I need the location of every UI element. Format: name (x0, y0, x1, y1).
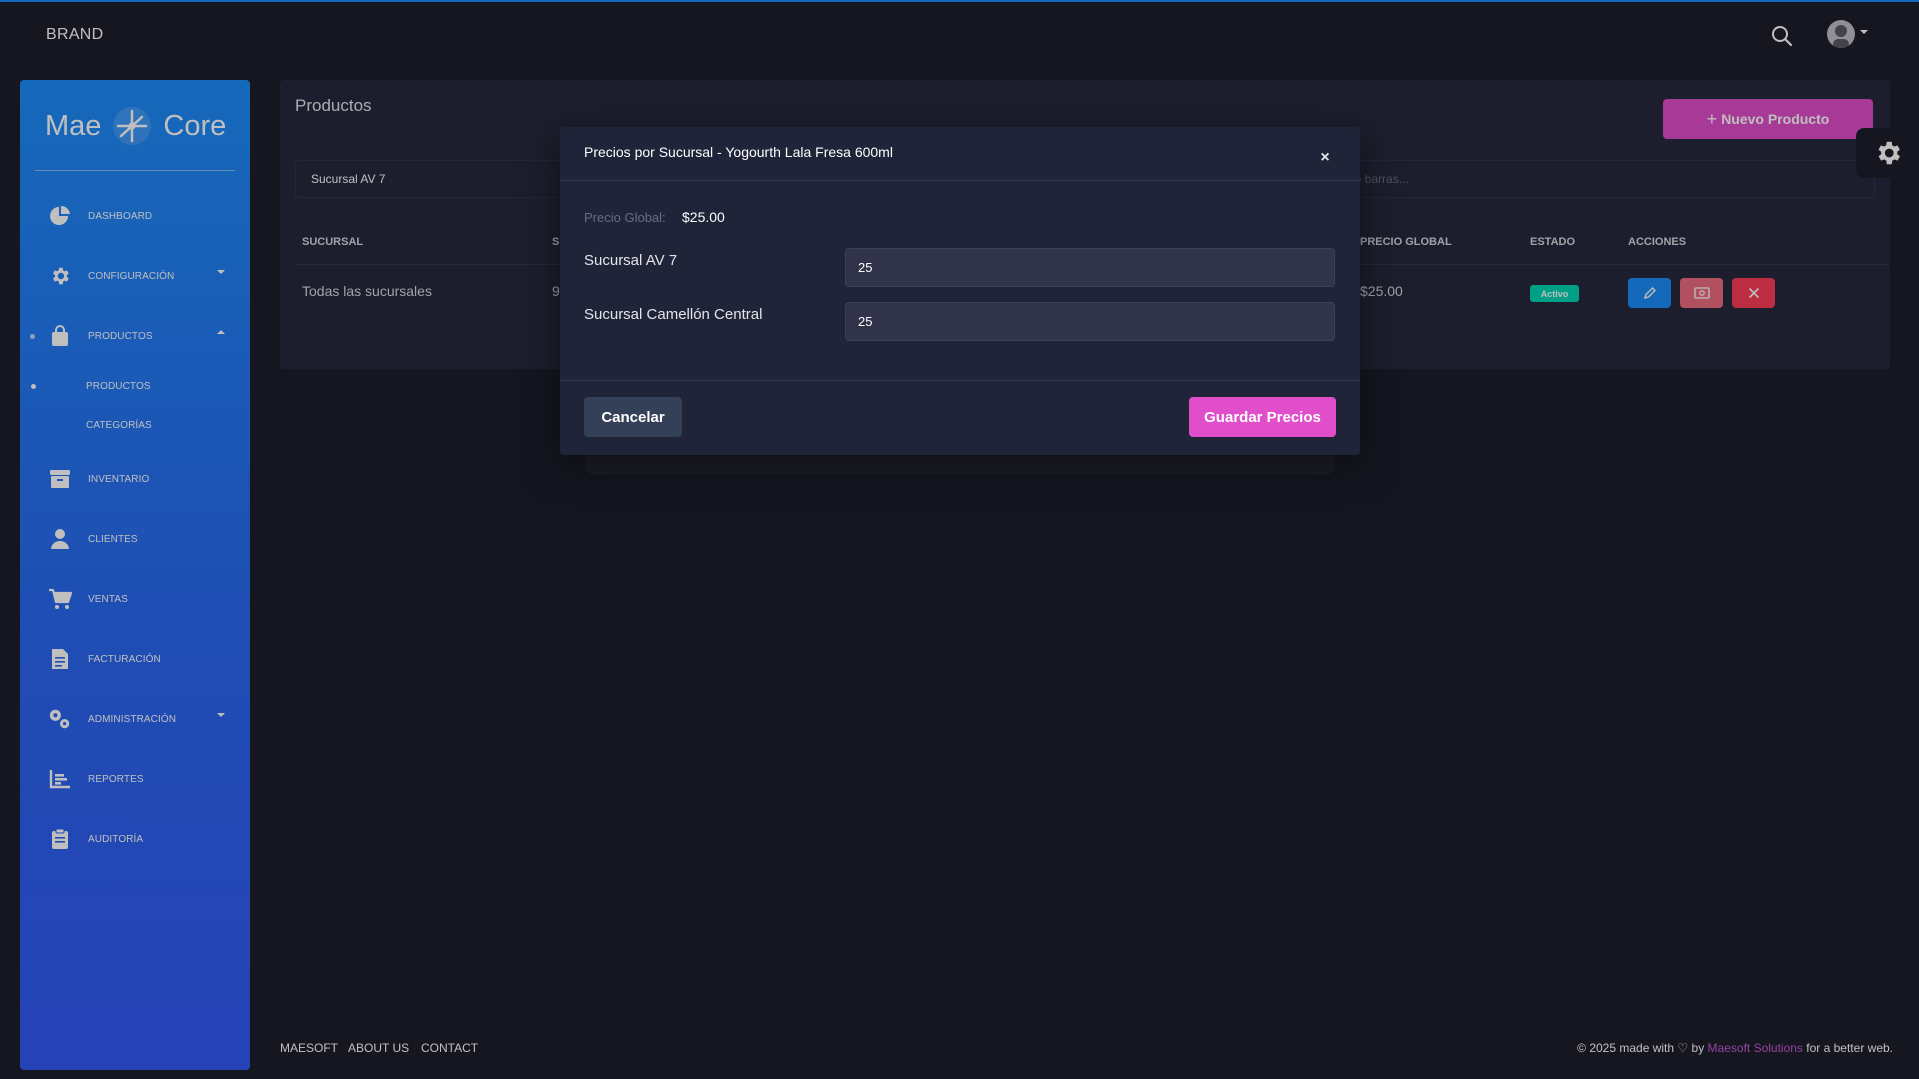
global-price-label: Precio Global: (584, 210, 666, 225)
close-icon[interactable]: × (1316, 149, 1334, 167)
global-price-value: $25.00 (682, 209, 725, 225)
branch-price-input[interactable] (845, 302, 1335, 341)
modal-header-divider (560, 180, 1360, 181)
branch-prices-modal: Precios por Sucursal - Yogourth Lala Fre… (560, 127, 1360, 455)
modal-title: Precios por Sucursal - Yogourth Lala Fre… (584, 144, 893, 160)
branch-name-label: Sucursal Camellón Central (584, 306, 763, 323)
save-prices-button[interactable]: Guardar Precios (1189, 397, 1336, 437)
branch-price-input[interactable] (845, 248, 1335, 287)
modal-footer-divider (560, 380, 1360, 381)
cancel-button[interactable]: Cancelar (584, 397, 682, 437)
branch-name-label: Sucursal AV 7 (584, 252, 678, 269)
